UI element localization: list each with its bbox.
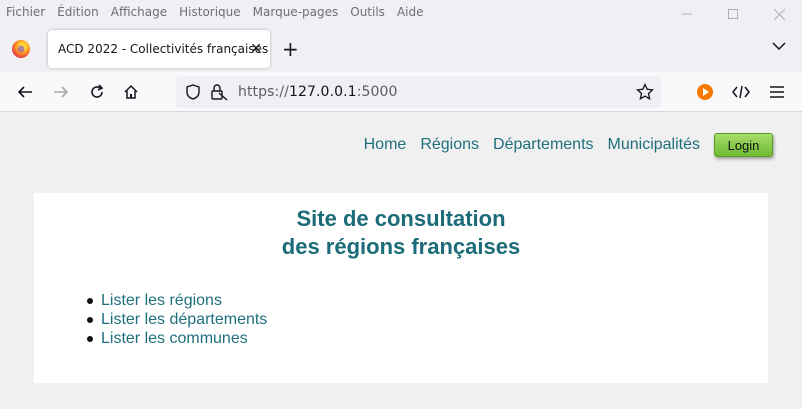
- extension-button[interactable]: [694, 81, 716, 103]
- close-icon: [773, 8, 785, 20]
- forward-arrow-icon: [54, 86, 69, 98]
- hamburger-menu-icon: [770, 86, 784, 98]
- shield-icon[interactable]: [186, 84, 200, 103]
- menu-fichier[interactable]: Fichier: [6, 5, 45, 19]
- page-title-line-2: des régions françaises: [281, 234, 521, 259]
- url-port: :5000: [356, 84, 398, 100]
- home-icon: [124, 84, 138, 99]
- menu-aide[interactable]: Aide: [397, 5, 424, 19]
- bookmark-star-icon[interactable]: [635, 82, 655, 104]
- tab-active[interactable]: ACD 2022 - Collectivités françaises ✕: [48, 30, 270, 68]
- tab-strip: ACD 2022 - Collectivités françaises ✕ +: [0, 26, 802, 72]
- list-item: Lister les régions: [87, 291, 267, 310]
- firefox-logo-icon: [12, 40, 30, 58]
- page-content: Home Régions Départements Municipalités …: [0, 113, 802, 409]
- page-title-line-1: Site de consultation: [296, 206, 506, 231]
- bullet-icon: [87, 316, 93, 323]
- site-nav: Home Régions Départements Municipalités …: [350, 133, 773, 157]
- list-tabs-button[interactable]: [772, 40, 786, 54]
- developer-tools-button[interactable]: [730, 81, 752, 103]
- url-text[interactable]: https://127.0.0.1:5000: [238, 84, 398, 100]
- link-lister-communes[interactable]: Lister les communes: [101, 329, 248, 348]
- chevron-down-icon: [772, 42, 786, 51]
- nav-link-municipalites[interactable]: Municipalités: [608, 136, 700, 154]
- back-button[interactable]: [14, 81, 36, 103]
- bullet-icon: [87, 335, 93, 342]
- list-item: Lister les départements: [87, 310, 267, 329]
- action-links-list: Lister les régions Lister les départemen…: [87, 291, 267, 348]
- minimize-button[interactable]: [664, 0, 710, 28]
- close-window-button[interactable]: [756, 0, 802, 28]
- home-button[interactable]: [120, 81, 142, 103]
- play-extension-icon: [697, 84, 713, 100]
- main-card: Site de consultation des régions françai…: [34, 193, 768, 383]
- nav-link-departements[interactable]: Départements: [493, 136, 594, 154]
- nav-link-home[interactable]: Home: [364, 136, 407, 154]
- code-icon: [732, 85, 750, 99]
- menu-historique[interactable]: Historique: [179, 5, 241, 19]
- reload-button[interactable]: [86, 81, 108, 103]
- page-title: Site de consultation des régions françai…: [34, 205, 768, 261]
- app-menu-button[interactable]: [766, 81, 788, 103]
- minimize-icon: [682, 13, 692, 15]
- link-lister-departements[interactable]: Lister les départements: [101, 310, 267, 329]
- lock-insecure-icon[interactable]: [210, 83, 228, 104]
- menu-marque-pages[interactable]: Marque-pages: [253, 5, 339, 19]
- reload-icon: [91, 84, 104, 98]
- forward-button[interactable]: [50, 81, 72, 103]
- bullet-icon: [87, 297, 93, 304]
- menu-affichage[interactable]: Affichage: [111, 5, 167, 19]
- url-scheme: https://: [238, 84, 289, 100]
- link-lister-regions[interactable]: Lister les régions: [101, 291, 222, 310]
- maximize-button[interactable]: [710, 0, 756, 28]
- login-button[interactable]: Login: [714, 133, 773, 157]
- back-arrow-icon: [17, 86, 32, 98]
- menu-edition[interactable]: Édition: [57, 5, 99, 19]
- maximize-icon: [728, 9, 738, 19]
- url-bar[interactable]: https://127.0.0.1:5000: [176, 76, 662, 108]
- nav-link-regions[interactable]: Régions: [420, 136, 479, 154]
- tab-close-icon[interactable]: ✕: [250, 40, 262, 58]
- menu-outils[interactable]: Outils: [350, 5, 385, 19]
- new-tab-button[interactable]: +: [282, 38, 299, 60]
- navigation-toolbar: https://127.0.0.1:5000: [0, 72, 802, 112]
- url-host: 127.0.0.1: [288, 84, 357, 100]
- tab-title: ACD 2022 - Collectivités françaises: [58, 42, 269, 56]
- list-item: Lister les communes: [87, 329, 267, 348]
